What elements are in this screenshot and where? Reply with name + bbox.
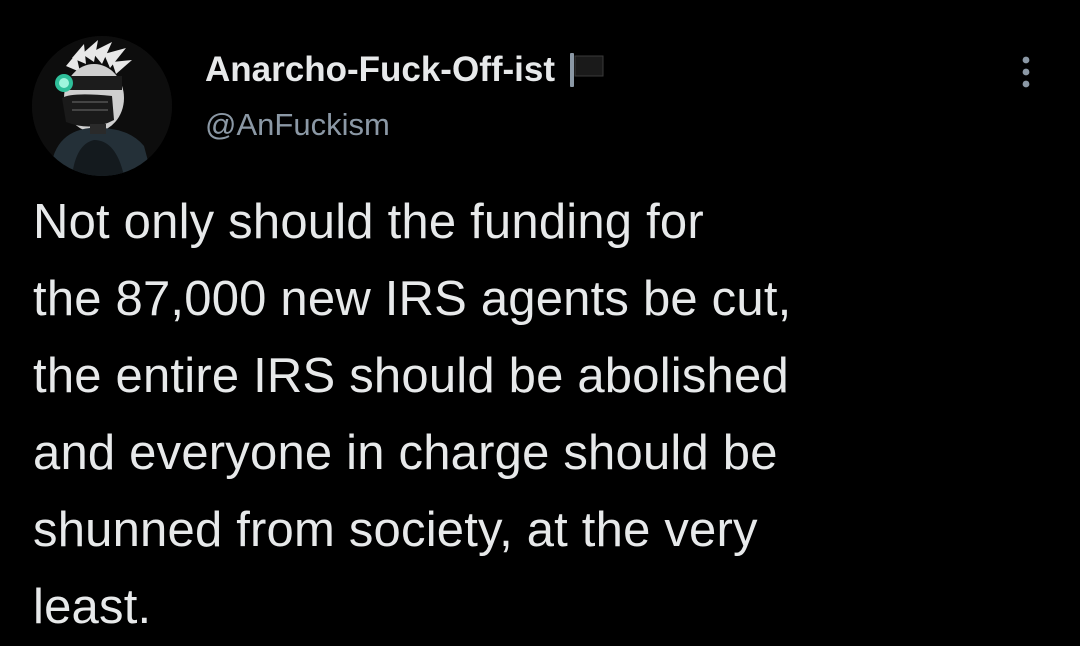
avatar[interactable] (32, 36, 172, 176)
display-name[interactable]: Anarcho-Fuck-Off-ist (205, 50, 555, 90)
black-flag-icon (567, 50, 607, 90)
display-name-row: Anarcho-Fuck-Off-ist (205, 48, 607, 92)
tweet-text: Not only should the funding for the 87,0… (33, 195, 792, 634)
avatar-icon (32, 36, 172, 176)
tweet-card: Anarcho-Fuck-Off-ist @AnFuckism Not only… (0, 0, 1080, 639)
author-block: Anarcho-Fuck-Off-ist @AnFuckism (205, 48, 607, 143)
more-options-button[interactable] (1008, 52, 1044, 92)
user-handle[interactable]: @AnFuckism (205, 107, 607, 143)
more-options-icon (1022, 56, 1030, 88)
